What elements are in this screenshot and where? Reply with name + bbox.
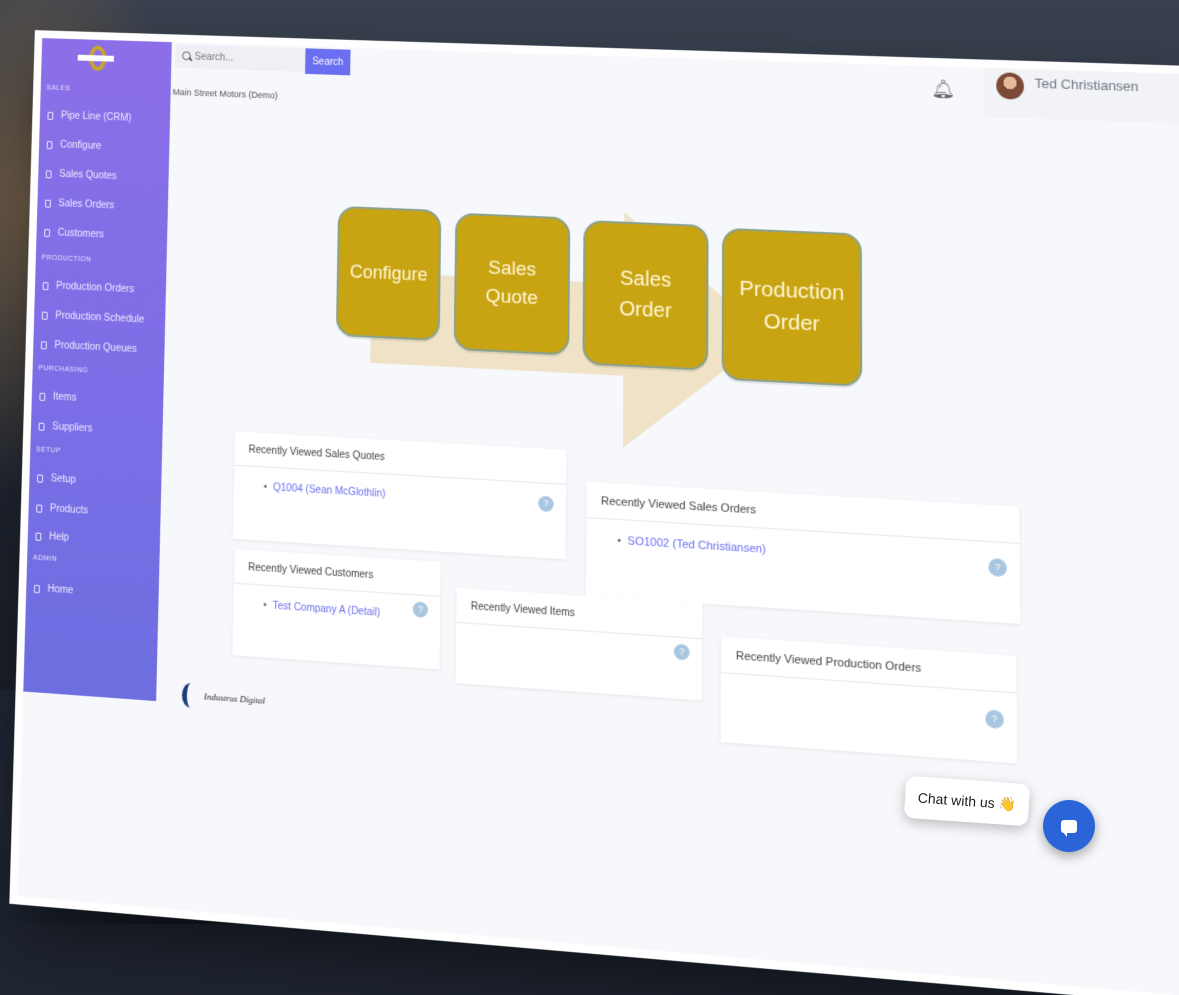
sidebar-item-production-queues[interactable]: Production Queues bbox=[40, 339, 138, 356]
clipboard-icon bbox=[38, 422, 45, 431]
help-icon[interactable]: ? bbox=[673, 643, 690, 661]
sidebar-item-configure[interactable]: Configure bbox=[46, 139, 102, 152]
sidebar-item-setup[interactable]: Setup bbox=[37, 472, 77, 486]
avatar bbox=[996, 72, 1025, 100]
sidebar-item-label: Customers bbox=[57, 227, 105, 241]
sidebar-item-label: Pipe Line (CRM) bbox=[60, 110, 132, 124]
clipboard-icon bbox=[42, 281, 49, 290]
help-icon[interactable]: ? bbox=[985, 709, 1004, 730]
user-menu[interactable]: Ted Christiansen bbox=[983, 67, 1179, 124]
clipboard-icon bbox=[47, 111, 54, 120]
sidebar-item-label: Setup bbox=[50, 473, 77, 486]
card-recent-production-orders: Recently Viewed Production Orders ? bbox=[720, 636, 1018, 764]
sidebar-item-label: Help bbox=[48, 531, 70, 544]
chat-label: Chat with us bbox=[917, 789, 996, 811]
waving-hand-icon: 👋 bbox=[998, 794, 1017, 812]
chat-icon bbox=[1061, 819, 1077, 837]
clipboard-icon bbox=[33, 584, 40, 593]
sidebar-item-label: Production Schedule bbox=[55, 310, 145, 326]
app-logo[interactable] bbox=[77, 45, 116, 73]
footer-brand: Industrus Digital bbox=[181, 682, 266, 713]
sidebar-item-label: Sales Orders bbox=[58, 198, 115, 212]
sidebar-item-products[interactable]: Products bbox=[36, 502, 89, 517]
bell-icon[interactable]: 🔔︎ bbox=[931, 78, 955, 100]
brand-name: Industrus Digital bbox=[203, 691, 266, 706]
chat-prompt[interactable]: Chat with us 👋 bbox=[903, 775, 1031, 827]
sidebar-item-label: Items bbox=[52, 391, 77, 404]
step-line1: Sales bbox=[619, 267, 672, 292]
clipboard-icon bbox=[35, 531, 42, 541]
sidebar-item-items[interactable]: Items bbox=[39, 391, 77, 404]
card-recent-quotes: Recently Viewed Sales Quotes ? Q1004 (Se… bbox=[232, 431, 567, 560]
sidebar-item-production-schedule[interactable]: Production Schedule bbox=[41, 310, 145, 326]
sidebar-item-help[interactable]: Help bbox=[35, 530, 70, 544]
sidebar-item-sales-quotes[interactable]: Sales Quotes bbox=[45, 168, 117, 182]
sidebar-item-label: Sales Quotes bbox=[59, 168, 117, 182]
clipboard-icon bbox=[39, 392, 46, 401]
step-line2: Quote bbox=[485, 285, 539, 310]
sidebar-item-sales-orders[interactable]: Sales Orders bbox=[44, 198, 115, 212]
sidebar-item-label: Configure bbox=[59, 139, 102, 152]
section-purchasing: PURCHASING bbox=[38, 364, 89, 375]
step-production-order: Production Order bbox=[721, 227, 863, 387]
clipboard-icon bbox=[46, 140, 53, 149]
sidebar-item-production-orders[interactable]: Production Orders bbox=[42, 280, 135, 296]
sidebar-item-label: Production Queues bbox=[54, 339, 138, 356]
help-icon[interactable]: ? bbox=[538, 495, 554, 513]
sidebar-item-home[interactable]: Home bbox=[33, 583, 74, 597]
card-recent-items: Recently Viewed Items ? bbox=[455, 587, 703, 701]
sidebar-item-pipeline[interactable]: Pipe Line (CRM) bbox=[47, 110, 132, 124]
step-line1: Sales bbox=[487, 256, 537, 281]
card-recent-customers: Recently Viewed Customers ? Test Company… bbox=[232, 549, 441, 670]
sidebar: SALES Pipe Line (CRM) Configure Sales Qu… bbox=[23, 38, 172, 702]
step-sales-quote: Sales Quote bbox=[453, 212, 571, 356]
section-admin: ADMIN bbox=[32, 554, 58, 564]
sidebar-item-suppliers[interactable]: Suppliers bbox=[38, 421, 93, 435]
sidebar-item-label: Production Orders bbox=[55, 280, 135, 296]
help-icon[interactable]: ? bbox=[412, 601, 429, 618]
clipboard-icon bbox=[44, 199, 51, 208]
search-field-wrap bbox=[175, 44, 306, 74]
clipboard-icon bbox=[36, 503, 43, 513]
chat-launcher-button[interactable] bbox=[1043, 800, 1095, 852]
search-bar: Search bbox=[175, 44, 351, 76]
sidebar-item-label: Suppliers bbox=[51, 421, 93, 435]
sidebar-item-label: Products bbox=[49, 503, 89, 517]
search-input[interactable] bbox=[175, 44, 306, 72]
clipboard-icon bbox=[45, 169, 52, 178]
user-name: Ted Christiansen bbox=[1034, 75, 1139, 95]
step-sales-order: Sales Order bbox=[582, 219, 709, 371]
section-setup: SETUP bbox=[35, 446, 62, 455]
help-icon[interactable]: ? bbox=[988, 557, 1007, 578]
brand-swoosh-icon bbox=[181, 682, 201, 709]
clipboard-icon bbox=[40, 340, 47, 349]
sidebar-item-customers[interactable]: Customers bbox=[44, 227, 104, 240]
clipboard-icon bbox=[44, 228, 51, 237]
clipboard-icon bbox=[37, 473, 44, 483]
step-configure: Configure bbox=[335, 205, 442, 342]
company-name: Main Street Motors (Demo) bbox=[172, 87, 278, 101]
step-line2: Order bbox=[763, 309, 820, 336]
step-line2: Order bbox=[619, 297, 672, 323]
sidebar-item-label: Home bbox=[47, 583, 74, 597]
search-icon bbox=[182, 51, 191, 61]
step-line1: Configure bbox=[349, 260, 428, 285]
section-sales: SALES bbox=[46, 84, 71, 93]
card-title: Recently Viewed Production Orders bbox=[721, 636, 1017, 694]
step-line1: Production bbox=[739, 276, 845, 305]
section-production: PRODUCTION bbox=[41, 254, 92, 264]
search-button[interactable]: Search bbox=[305, 48, 351, 76]
clipboard-icon bbox=[41, 311, 48, 320]
app-screen: SALES Pipe Line (CRM) Configure Sales Qu… bbox=[17, 38, 1179, 995]
logo-bar bbox=[77, 54, 114, 62]
